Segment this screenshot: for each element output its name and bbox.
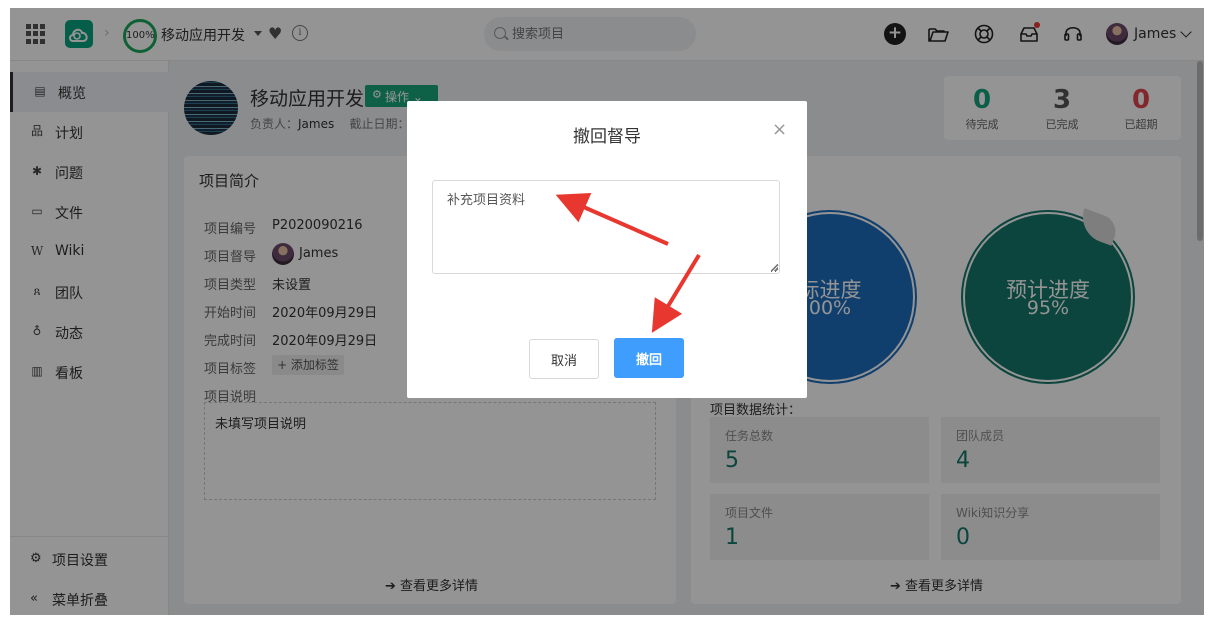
- arrow-to-revoke-button: [651, 253, 701, 333]
- arrow-to-textarea: [555, 192, 669, 246]
- app-window: › 100% 移动应用开发 ♥ i + James ▤ 概览: [10, 8, 1204, 615]
- annotation-arrows: [555, 192, 701, 333]
